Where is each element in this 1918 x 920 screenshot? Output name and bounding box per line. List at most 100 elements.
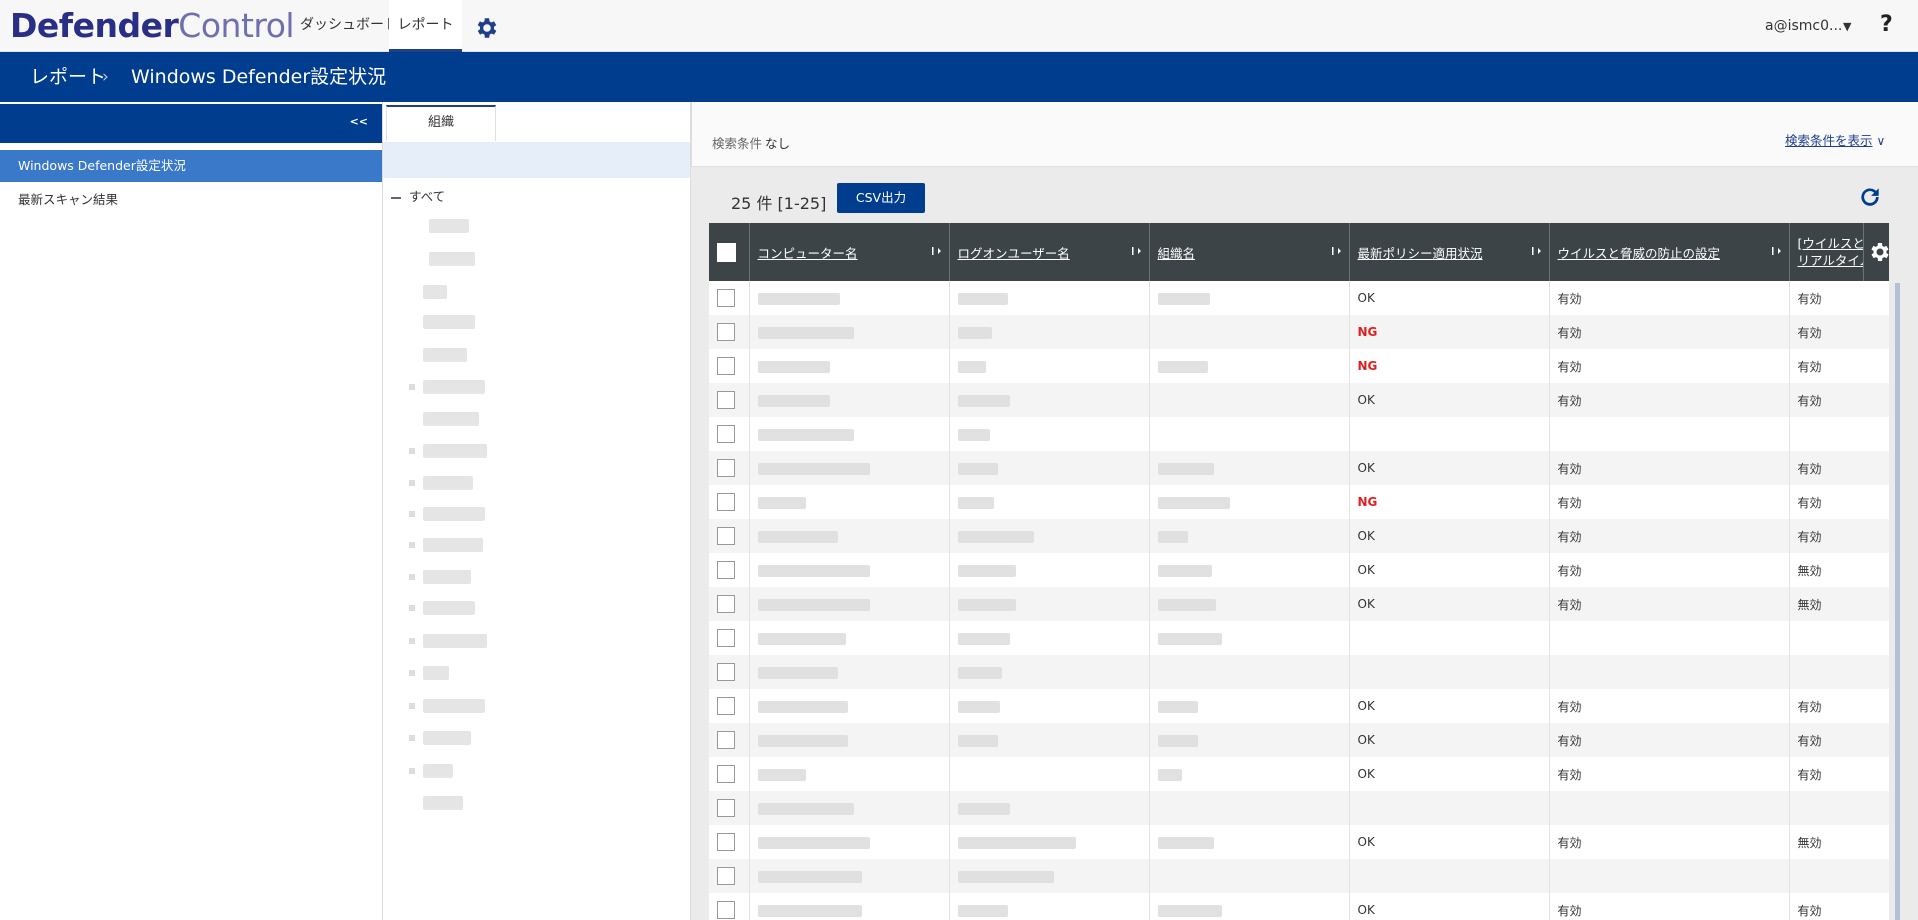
csv-export-button[interactable]: CSV出力 <box>837 183 925 213</box>
row-checkbox[interactable] <box>717 323 735 341</box>
row-select-cell[interactable] <box>709 485 750 519</box>
tree-node[interactable] <box>423 412 479 426</box>
tree-node[interactable] <box>423 601 475 615</box>
tree-expand-icon[interactable] <box>409 542 415 548</box>
tree-node[interactable] <box>423 796 463 810</box>
table-row[interactable]: OK 有効 無効 <box>709 825 1889 859</box>
tree-expand-icon[interactable] <box>409 511 415 517</box>
row-checkbox[interactable] <box>717 867 735 885</box>
table-row[interactable]: NG 有効 有効 <box>709 485 1889 519</box>
row-checkbox[interactable] <box>717 901 735 919</box>
table-row[interactable]: NG 有効 有効 <box>709 349 1889 383</box>
tree-node[interactable] <box>423 348 467 362</box>
row-select-cell[interactable] <box>709 553 750 587</box>
tree-node[interactable] <box>423 699 485 713</box>
row-checkbox[interactable] <box>717 799 735 817</box>
tree-expand-icon[interactable] <box>409 735 415 741</box>
user-caret-down-icon[interactable]: ▼ <box>1843 20 1851 33</box>
tree-expand-icon[interactable] <box>409 448 415 454</box>
tree-node[interactable] <box>423 634 487 648</box>
app-logo[interactable]: DefenderControl <box>10 6 295 46</box>
tree-root-all[interactable]: すべて <box>391 187 445 207</box>
row-checkbox[interactable] <box>717 425 735 443</box>
row-checkbox[interactable] <box>717 527 735 545</box>
row-checkbox[interactable] <box>717 289 735 307</box>
col-virus-threat-setting[interactable]: ウイルスと脅威の防止の設定 <box>1549 223 1790 281</box>
collapse-minus-icon[interactable] <box>391 196 401 199</box>
row-select-cell[interactable] <box>709 893 750 920</box>
pin-icon[interactable] <box>1771 245 1783 257</box>
tree-expand-icon[interactable] <box>409 703 415 709</box>
tab-organization[interactable]: 組織 <box>386 105 496 141</box>
tree-expand-icon[interactable] <box>409 638 415 644</box>
row-checkbox[interactable] <box>717 697 735 715</box>
row-checkbox[interactable] <box>717 493 735 511</box>
tree-node[interactable] <box>423 380 485 394</box>
pin-icon[interactable] <box>1131 245 1143 257</box>
tree-node[interactable] <box>423 764 453 778</box>
side-item-defender-settings[interactable]: Windows Defender設定状況 <box>0 150 382 182</box>
column-settings-gear-icon[interactable] <box>1863 223 1889 281</box>
tree-node[interactable] <box>423 538 483 552</box>
table-row[interactable]: OK 有効 有効 <box>709 281 1889 315</box>
table-row[interactable] <box>709 859 1889 893</box>
help-icon[interactable]: ? <box>1880 12 1893 37</box>
row-select-cell[interactable] <box>709 417 750 451</box>
table-row[interactable]: OK 有効 有効 <box>709 383 1889 417</box>
row-select-cell[interactable] <box>709 757 750 791</box>
table-row[interactable]: OK 有効 有効 <box>709 723 1889 757</box>
table-row[interactable]: OK 有効 有効 <box>709 757 1889 791</box>
col-org-name-label[interactable]: 組織名 <box>1158 246 1196 261</box>
row-select-cell[interactable] <box>709 723 750 757</box>
table-row[interactable] <box>709 655 1889 689</box>
row-checkbox[interactable] <box>717 833 735 851</box>
tree-node[interactable] <box>429 219 469 233</box>
table-row[interactable]: OK 有効 無効 <box>709 587 1889 621</box>
tree-expand-icon[interactable] <box>409 574 415 580</box>
user-account-menu[interactable]: a@ismc0... <box>1765 0 1842 52</box>
table-row[interactable]: OK 有効 有効 <box>709 519 1889 553</box>
row-checkbox[interactable] <box>717 391 735 409</box>
row-select-cell[interactable] <box>709 349 750 383</box>
table-row[interactable] <box>709 417 1889 451</box>
row-select-cell[interactable] <box>709 859 750 893</box>
table-row[interactable]: OK 有効 有効 <box>709 893 1889 920</box>
col-logon-user[interactable]: ログオンユーザー名 <box>949 223 1150 281</box>
table-row[interactable] <box>709 791 1889 825</box>
row-select-cell[interactable] <box>709 791 750 825</box>
breadcrumb-report[interactable]: レポート <box>30 52 106 102</box>
table-row[interactable] <box>709 621 1889 655</box>
show-search-conditions-link[interactable]: 検索条件を表示 ∨ <box>1785 130 1885 149</box>
row-select-cell[interactable] <box>709 383 750 417</box>
row-select-cell[interactable] <box>709 281 750 315</box>
pin-icon[interactable] <box>1531 245 1543 257</box>
tree-node[interactable] <box>423 666 449 680</box>
collapse-menu-button[interactable]: << <box>350 115 368 128</box>
row-checkbox[interactable] <box>717 765 735 783</box>
row-select-cell[interactable] <box>709 519 750 553</box>
tree-expand-icon[interactable] <box>409 605 415 611</box>
pin-icon[interactable] <box>931 245 943 257</box>
tree-node[interactable] <box>423 570 471 584</box>
side-item-latest-scan[interactable]: 最新スキャン結果 <box>18 190 118 210</box>
tree-node[interactable] <box>423 476 473 490</box>
col-computer-name[interactable]: コンピューター名 <box>749 223 950 281</box>
row-select-cell[interactable] <box>709 315 750 349</box>
tree-expand-icon[interactable] <box>409 670 415 676</box>
row-checkbox[interactable] <box>717 459 735 477</box>
row-select-cell[interactable] <box>709 655 750 689</box>
row-checkbox[interactable] <box>717 731 735 749</box>
tree-node[interactable] <box>423 444 487 458</box>
row-checkbox[interactable] <box>717 561 735 579</box>
table-row[interactable]: OK 有効 有効 <box>709 451 1889 485</box>
row-checkbox[interactable] <box>717 663 735 681</box>
row-select-cell[interactable] <box>709 587 750 621</box>
col-computer-name-label[interactable]: コンピューター名 <box>758 246 858 261</box>
nav-report[interactable]: レポート <box>389 0 462 52</box>
col-logon-user-label[interactable]: ログオンユーザー名 <box>958 246 1070 261</box>
tree-node[interactable] <box>423 285 447 299</box>
select-all-checkbox[interactable] <box>717 242 736 262</box>
pin-icon[interactable] <box>1331 245 1343 257</box>
row-checkbox[interactable] <box>717 629 735 647</box>
row-checkbox[interactable] <box>717 357 735 375</box>
